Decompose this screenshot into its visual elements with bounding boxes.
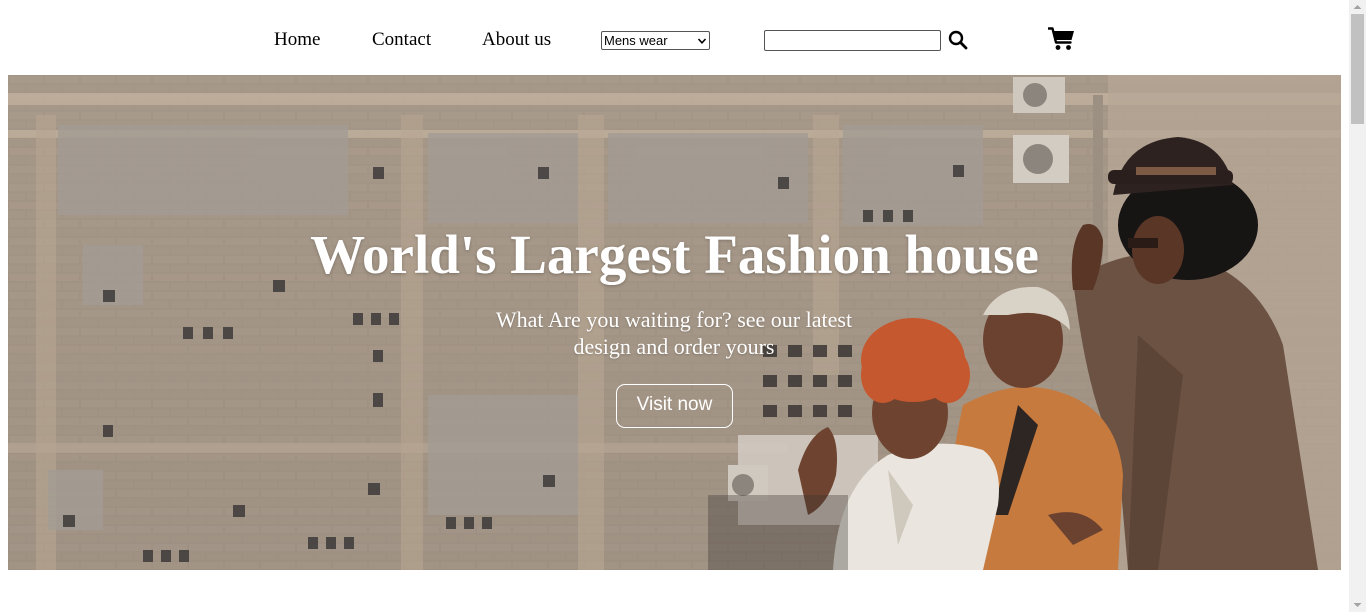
hero-subtitle: What Are you waiting for? see our latest… xyxy=(495,307,853,359)
category-select-value: Mens wear xyxy=(604,33,668,48)
top-navbar: Home Contact About us Mens wear xyxy=(0,0,1349,75)
nav-contact-link[interactable]: Contact xyxy=(372,29,431,51)
vertical-scrollbar[interactable] xyxy=(1349,0,1366,612)
cart-icon[interactable] xyxy=(1048,27,1075,51)
page: Home Contact About us Mens wear World's … xyxy=(0,0,1349,612)
nav-home-link[interactable]: Home xyxy=(274,29,320,51)
category-select[interactable]: Mens wear xyxy=(601,31,710,50)
scrollbar-thumb[interactable] xyxy=(1351,14,1364,124)
hero-title: World's Largest Fashion house xyxy=(310,224,1039,285)
scroll-up-arrow-icon[interactable] xyxy=(1349,0,1366,14)
visit-now-button[interactable]: Visit now xyxy=(616,384,733,428)
search-input[interactable] xyxy=(764,30,941,51)
chevron-down-icon xyxy=(697,37,707,44)
hero-banner: World's Largest Fashion house What Are y… xyxy=(8,75,1341,570)
nav-about-link[interactable]: About us xyxy=(482,29,551,51)
search-icon[interactable] xyxy=(948,30,968,50)
scroll-down-arrow-icon[interactable] xyxy=(1349,598,1366,612)
